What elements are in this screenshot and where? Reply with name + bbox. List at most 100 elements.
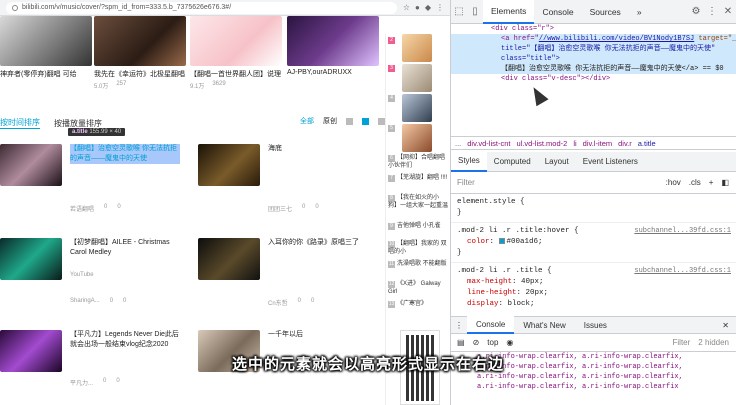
video-author[interactable]: 平凡力... bbox=[70, 378, 93, 387]
rank-item[interactable]: 6 【网抑】合唱翻唱 小伙伴们 bbox=[388, 154, 448, 170]
top-video-card[interactable]: AJ-PBY,ourADRUXX bbox=[287, 16, 379, 76]
compact-view-icon[interactable] bbox=[378, 117, 385, 125]
console-filter-input[interactable]: Filter bbox=[673, 338, 691, 347]
prop-value[interactable]: 40px; bbox=[521, 278, 544, 286]
styles-filter-input[interactable]: Filter bbox=[457, 178, 475, 187]
breadcrumb-item[interactable]: ... bbox=[455, 139, 461, 148]
device-toolbar-icon[interactable]: ▯ bbox=[467, 5, 483, 19]
cls-toggle[interactable]: .cls bbox=[689, 178, 701, 187]
add-rule-icon[interactable]: + bbox=[709, 178, 714, 187]
video-author[interactable]: Cn东哲 bbox=[268, 298, 288, 307]
breadcrumb-item-active[interactable]: a.title bbox=[638, 139, 656, 148]
prop-value[interactable]: 20px; bbox=[526, 289, 549, 297]
tab-styles[interactable]: Styles bbox=[451, 151, 487, 172]
tab-elements[interactable]: Elements bbox=[483, 0, 535, 24]
video-title[interactable]: 海底 bbox=[268, 144, 378, 154]
more-options-icon[interactable]: ⋮ bbox=[704, 5, 720, 19]
account-icon[interactable]: ● bbox=[415, 3, 420, 12]
video-thumbnail[interactable] bbox=[0, 238, 62, 280]
top-video-card[interactable]: 神弃者(零停弃)翻唱 可给 bbox=[0, 16, 92, 79]
breadcrumb-item[interactable]: ul.vd-list.mod-2 bbox=[516, 139, 567, 148]
video-list-item[interactable]: 【初梦翻唱】AILEE - Christmas Carol Medley You… bbox=[0, 238, 185, 318]
video-thumbnail[interactable] bbox=[0, 144, 62, 186]
css-rule[interactable]: element.style { } bbox=[451, 194, 736, 223]
clear-console-icon[interactable]: ⊘ bbox=[473, 338, 480, 347]
prop-name[interactable]: color bbox=[467, 238, 490, 246]
video-title[interactable]: 【翻唱一首世界翻人团】说理 bbox=[190, 69, 282, 79]
dom-line-title[interactable]: title="【翻唱】治愈空灵歌喉 你无法抗拒的声音——魔鬼中的天使" clas… bbox=[451, 44, 736, 64]
rank-title[interactable]: 《X进》 Galway Girl bbox=[388, 281, 441, 295]
filter-original[interactable]: 原创 bbox=[323, 116, 337, 126]
more-tabs-button[interactable]: » bbox=[629, 0, 650, 24]
rank-title[interactable]: 【我在如火的小狗】一组大家一起重温 bbox=[388, 195, 448, 209]
close-drawer-icon[interactable]: ✕ bbox=[722, 321, 736, 330]
menu-icon[interactable]: ⋮ bbox=[436, 3, 444, 12]
dom-line[interactable]: <div class="v-desc"></div> bbox=[451, 74, 736, 84]
video-title[interactable]: 我先在《幸运符》北极星翻唱 bbox=[94, 69, 186, 79]
filter-all[interactable]: 全部 bbox=[300, 116, 314, 126]
top-video-card[interactable]: 【翻唱一首世界翻人团】说理 9.1万 3629 bbox=[190, 16, 282, 90]
sidebar-icon[interactable]: ▤ bbox=[457, 338, 465, 347]
live-expression-icon[interactable]: ◉ bbox=[506, 338, 513, 347]
tab-sources[interactable]: Sources bbox=[582, 0, 629, 24]
video-title[interactable]: 【翻唱】治愈空灵歌喉 你无法抗拒的声音——魔鬼中的天使 bbox=[70, 144, 180, 164]
grid-view-icon[interactable] bbox=[346, 117, 353, 125]
rank-title[interactable]: 【网抑】合唱翻唱 小伙伴们 bbox=[388, 155, 445, 169]
close-icon[interactable]: ✕ bbox=[720, 5, 736, 19]
extensions-icon[interactable]: ◆ bbox=[425, 3, 431, 12]
rank-item[interactable]: 9 吉他弹唱 小孔雀 bbox=[388, 222, 448, 230]
gear-icon[interactable]: ⚙ bbox=[688, 5, 704, 19]
list-view-icon[interactable] bbox=[362, 117, 369, 125]
video-thumbnail[interactable] bbox=[94, 16, 186, 66]
rank-thumbnail[interactable] bbox=[402, 94, 432, 122]
drawer-menu-icon[interactable]: ⋮ bbox=[451, 321, 467, 330]
video-thumbnail[interactable] bbox=[198, 144, 260, 186]
rank-title[interactable]: 【芜湖旋】翻唱 !!!! bbox=[397, 175, 447, 181]
video-author[interactable]: 团团三七 bbox=[268, 204, 292, 213]
css-rule[interactable]: .mod-2 li .r .title:hover { subchannel..… bbox=[451, 223, 736, 263]
prop-value[interactable]: block; bbox=[508, 300, 535, 308]
prop-name[interactable]: display bbox=[467, 300, 499, 308]
rank-thumbnail[interactable] bbox=[402, 34, 432, 62]
tab-layout[interactable]: Layout bbox=[538, 152, 576, 172]
tab-computed[interactable]: Computed bbox=[487, 152, 538, 172]
dom-line-selected[interactable]: <a href="//www.bilibili.com/video/BV1Nod… bbox=[451, 34, 736, 44]
prop-value[interactable]: #00a1d6; bbox=[507, 238, 543, 246]
rank-item[interactable]: 11 洗澡唱歌 不能翻版 bbox=[388, 260, 448, 268]
video-title[interactable]: 神弃者(零停弃)翻唱 可给 bbox=[0, 69, 92, 79]
video-title[interactable]: 【平凡力】Legends Never Die此后就会出场一般结束vlog纪念20… bbox=[70, 330, 180, 350]
rank-title[interactable]: 洗澡唱歌 不能翻版 bbox=[397, 261, 447, 267]
video-title[interactable]: 入耳你的你《路录》原唱三了 bbox=[268, 238, 378, 248]
dom-line-text[interactable]: 【翻唱】治愈空灵歌喉 你无法抗拒的声音——魔鬼中的天使</a> == $0 bbox=[451, 64, 736, 74]
rank-item[interactable]: 10 【翻唱】我家的 双唱的小 bbox=[388, 240, 448, 256]
rank-title[interactable]: 《广寒宫》 bbox=[397, 301, 427, 307]
rank-item[interactable]: 8 【我在如火的小狗】一组大家一起重温 bbox=[388, 194, 448, 210]
rank-title[interactable]: 【翻唱】我家的 双唱的小 bbox=[388, 241, 447, 255]
rank-item[interactable]: 7 【芜湖旋】翻唱 !!!! bbox=[388, 174, 448, 182]
rank-thumbnail[interactable] bbox=[402, 124, 432, 152]
breadcrumb-item[interactable]: div.l-item bbox=[583, 139, 612, 148]
rank-title[interactable]: 吉他弹唱 小孔雀 bbox=[397, 223, 441, 229]
rank-thumbnail[interactable] bbox=[402, 64, 432, 92]
breadcrumb-item[interactable]: div.r bbox=[618, 139, 632, 148]
video-list-item[interactable]: 海底 团团三七 0 0 bbox=[198, 144, 383, 224]
sidebar-toggle-icon[interactable]: ◧ bbox=[721, 178, 729, 187]
context-select[interactable]: top bbox=[487, 338, 498, 347]
dom-line[interactable]: <div class="r"> bbox=[451, 24, 736, 34]
tab-event-listeners[interactable]: Event Listeners bbox=[576, 152, 645, 172]
hidden-count[interactable]: 2 hidden bbox=[698, 338, 729, 347]
tab-sort-plays[interactable]: 按播放量排序 bbox=[54, 118, 102, 129]
css-rule[interactable]: .mod-2 li .r .title { subchannel...39fd.… bbox=[451, 263, 736, 308]
hov-toggle[interactable]: :hov bbox=[666, 178, 681, 187]
video-author[interactable]: 若语翻唱 bbox=[70, 204, 94, 213]
video-thumbnail[interactable] bbox=[198, 238, 260, 280]
rule-source-link[interactable]: subchannel...39fd.css:1 bbox=[634, 266, 731, 277]
drawer-tab-issues[interactable]: Issues bbox=[575, 316, 616, 334]
video-author[interactable]: SharingA... bbox=[70, 298, 100, 304]
color-swatch-icon[interactable] bbox=[498, 238, 505, 245]
video-thumbnail[interactable] bbox=[287, 16, 379, 66]
inspect-icon[interactable]: ⬚ bbox=[451, 5, 467, 19]
rank-item[interactable]: 12 《X进》 Galway Girl bbox=[388, 280, 448, 296]
breadcrumb-item[interactable]: div.vd-list-cnt bbox=[467, 139, 510, 148]
address-bar[interactable]: bilibili.com/v/music/cover/?spm_id_from=… bbox=[6, 1, 397, 14]
